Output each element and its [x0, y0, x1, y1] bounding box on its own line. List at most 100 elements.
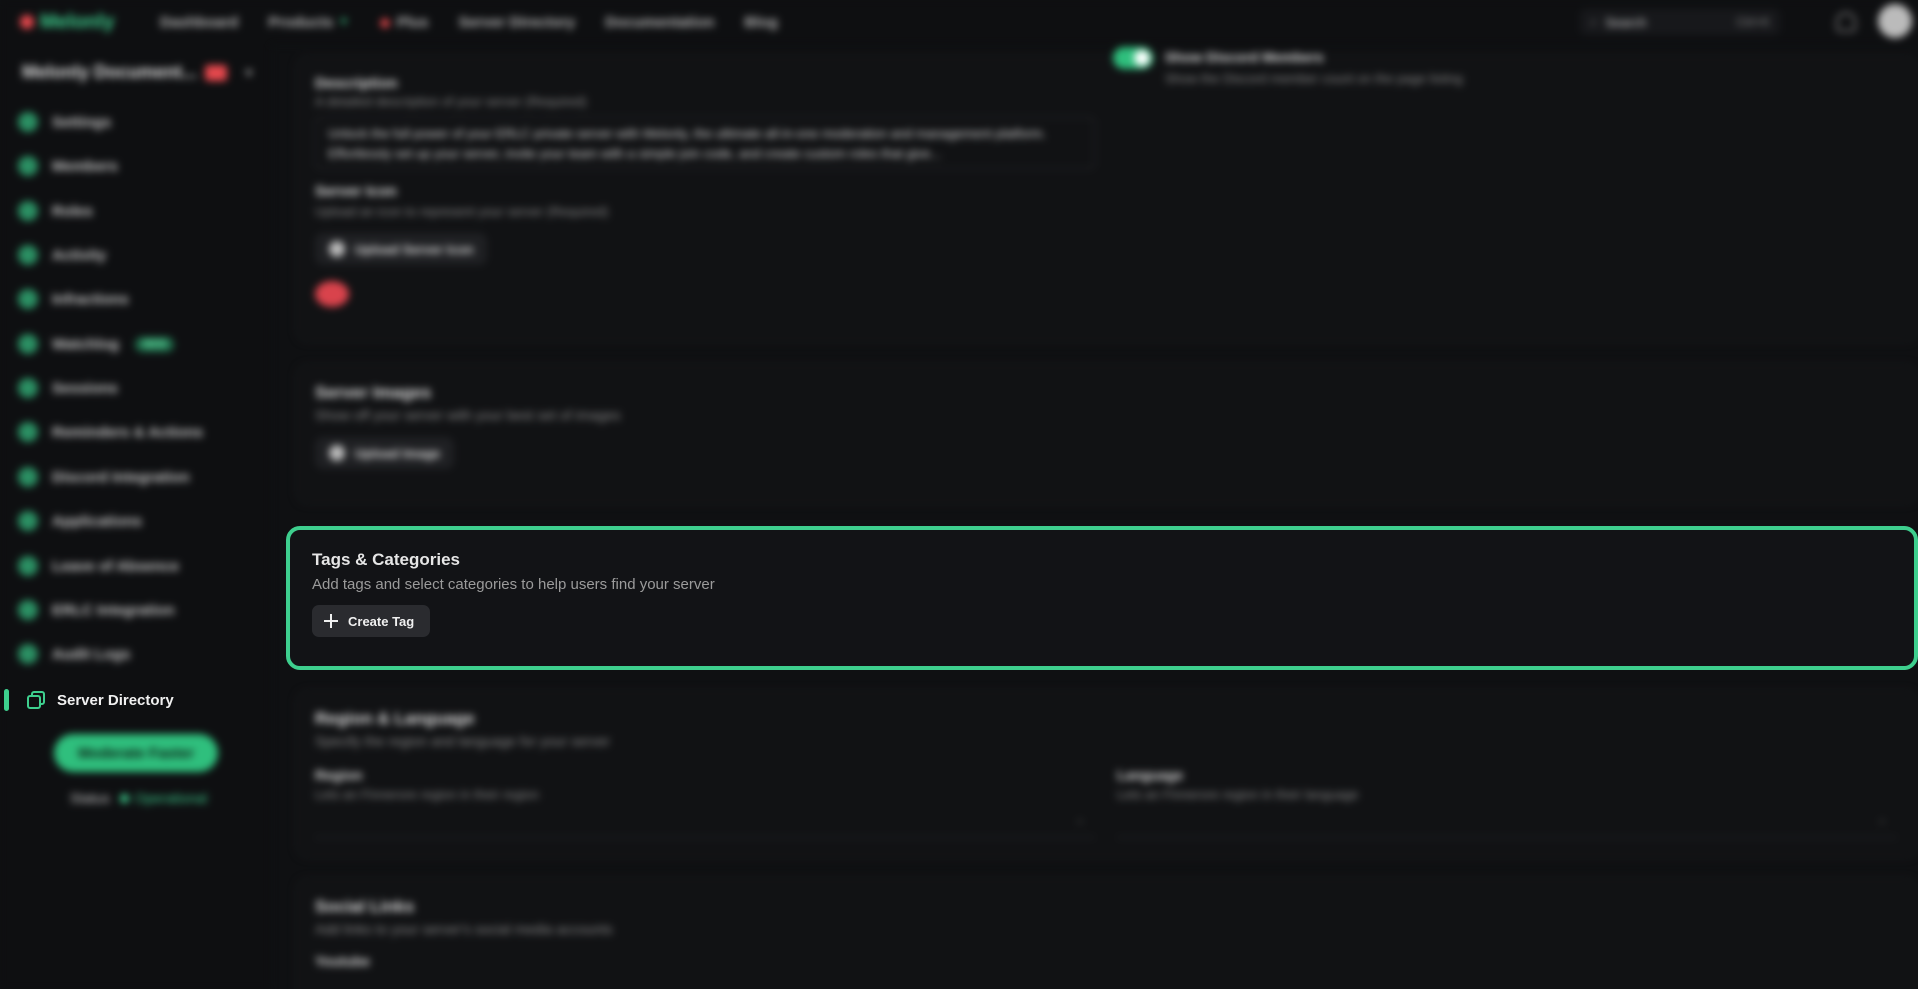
sidebar-item-applications[interactable]: Applications — [18, 511, 142, 531]
sidebar-item-watchlog[interactable]: Watchlog NEW — [18, 334, 175, 354]
active-indicator — [4, 689, 9, 711]
audit-logs-icon — [18, 644, 38, 664]
discord-icon — [18, 467, 38, 487]
description-title: Description — [315, 75, 398, 92]
sidebar-item-erlc-integration[interactable]: ERLC Integration — [18, 600, 175, 620]
nav-products[interactable]: Products ▼ — [268, 14, 349, 31]
upload-icon — [329, 241, 345, 257]
nav-blog[interactable]: Blog — [744, 14, 777, 31]
chevron-down-icon: ⌄ — [1074, 812, 1085, 826]
chevron-down-icon: ▼ — [338, 16, 350, 28]
nav-products-label: Products — [268, 13, 334, 31]
sidebar-item-label: ERLC Integration — [52, 601, 175, 619]
description-subtitle: A detailed description of your server (R… — [315, 94, 587, 109]
sidebar-item-leave-of-absence[interactable]: Leave of Absence — [18, 556, 179, 576]
sidebar-item-label: Discord Integration — [52, 468, 190, 486]
workspace-selector[interactable]: Melonly Document... ▼ — [22, 62, 255, 83]
sidebar: Melonly Document... ▼ Settings Members R… — [0, 44, 270, 989]
upload-icon — [329, 445, 345, 461]
status-value: Operational — [134, 790, 208, 806]
upgrade-button[interactable]: Moderate Faster — [54, 734, 218, 772]
upload-server-icon-button[interactable]: Upload Server Icon — [315, 233, 488, 265]
calendar-icon — [18, 556, 38, 576]
sidebar-item-label: Roles — [52, 202, 93, 220]
status-label: Status — [70, 790, 110, 806]
sidebar-item-discord-integration[interactable]: Discord Integration — [18, 467, 190, 487]
server-icon-subtitle: Upload an icon to represent your server … — [315, 204, 609, 219]
sidebar-item-members[interactable]: Members — [18, 156, 118, 176]
sidebar-item-label: Applications — [52, 512, 143, 530]
sidebar-item-reminders[interactable]: Reminders & Actions — [18, 422, 203, 442]
blurred-background: Melonly Dashboard Products ▼ ◆ Plus Serv… — [0, 0, 1918, 989]
workspace-name: Melonly Document... — [22, 62, 198, 82]
search-shortcut: Ctrl+K — [1736, 15, 1770, 29]
youtube-label: Youtube — [315, 953, 370, 969]
user-avatar[interactable] — [1878, 4, 1912, 38]
upgrade-label: Moderate Faster — [78, 744, 194, 762]
status-dot-icon — [119, 793, 129, 803]
show-members-toggle[interactable] — [1113, 47, 1153, 69]
top-navigation: Melonly Dashboard Products ▼ ◆ Plus Serv… — [0, 0, 1918, 44]
new-badge: NEW — [134, 336, 175, 352]
social-links-subtitle: Add links to your server's social media … — [315, 921, 613, 937]
language-label: Language — [1117, 767, 1184, 783]
plus-icon: ◆ — [379, 14, 391, 31]
upload-image-label: Upload Image — [355, 445, 441, 461]
sessions-icon — [18, 378, 38, 398]
sidebar-item-label: Reminders & Actions — [52, 423, 204, 441]
sidebar-item-roles[interactable]: Roles — [18, 201, 93, 221]
sidebar-item-label: Infractions — [52, 290, 129, 308]
sidebar-item-sessions[interactable]: Sessions — [18, 378, 118, 398]
general-info-card: Description A detailed description of yo… — [296, 47, 1918, 342]
region-select-group: Region Lets an Finnerore region in their… — [315, 767, 1095, 838]
sidebar-item-settings[interactable]: Settings — [18, 112, 111, 132]
roles-icon — [18, 201, 38, 221]
erlc-icon — [18, 600, 38, 620]
server-images-card: Server Images Show off your server with … — [296, 364, 1918, 504]
sidebar-item-label: Audit Logs — [52, 645, 131, 663]
sidebar-item-label: Server Directory — [57, 691, 174, 709]
sidebar-item-label: Watchlog — [52, 335, 119, 353]
status-indicator[interactable]: Status Operational — [70, 790, 207, 806]
watchlog-icon — [18, 334, 38, 354]
sidebar-item-server-directory[interactable]: Server Directory — [0, 689, 270, 711]
workspace-badge-icon — [205, 64, 228, 81]
region-language-selects: Region Lets an Finnerore region in their… — [315, 767, 1899, 838]
sidebar-item-audit-logs[interactable]: Audit Logs — [18, 644, 130, 664]
activity-icon — [18, 245, 38, 265]
region-select[interactable]: ⌄ — [315, 812, 1095, 838]
nav-server-directory[interactable]: Server Directory — [459, 14, 576, 31]
server-images-title: Server Images — [315, 383, 432, 402]
search-label: Search — [1605, 14, 1647, 30]
nav-documentation[interactable]: Documentation — [605, 14, 714, 31]
tags-title: Tags & Categories — [312, 550, 461, 569]
brand-logo[interactable]: Melonly — [20, 11, 130, 34]
create-tag-button[interactable]: Create Tag — [312, 605, 431, 637]
search-input[interactable]: ⌕ Search Ctrl+K — [1580, 9, 1780, 35]
tags-categories-card: Tags & Categories Add tags and select ca… — [286, 526, 1918, 670]
language-help: Lets an Finnerore region in their langua… — [1117, 787, 1359, 802]
nav-plus[interactable]: ◆ Plus — [379, 13, 428, 32]
search-icon: ⌕ — [1590, 14, 1598, 29]
upload-image-button[interactable]: Upload Image — [315, 437, 455, 469]
language-select[interactable]: ⌄ — [1117, 812, 1897, 838]
show-members-subtitle: Show the Discord member count on the pag… — [1165, 71, 1463, 86]
infractions-icon — [18, 289, 38, 309]
sidebar-item-label: Members — [52, 157, 118, 175]
nav-dashboard[interactable]: Dashboard — [160, 14, 238, 31]
sidebar-item-label: Settings — [52, 113, 112, 131]
sidebar-item-activity[interactable]: Activity — [18, 245, 106, 265]
notification-bell-icon[interactable] — [1836, 12, 1856, 32]
description-textarea[interactable]: Unlock the full power of your ERLC priva… — [315, 117, 1095, 169]
applications-icon — [18, 511, 38, 531]
region-language-card: Region & Language Specify the region and… — [296, 690, 1918, 858]
reminders-icon — [18, 422, 38, 442]
sidebar-item-infractions[interactable]: Infractions — [18, 289, 129, 309]
server-images-subtitle: Show off your server with your best set … — [315, 407, 621, 423]
plus-icon — [324, 614, 338, 628]
brand-icon — [20, 15, 34, 29]
server-icon-preview — [315, 281, 349, 307]
chevron-down-icon: ⌄ — [1876, 812, 1887, 826]
region-help: Lets an Finnerore region in their region — [315, 787, 540, 802]
tags-subtitle: Add tags and select categories to help u… — [312, 576, 715, 593]
